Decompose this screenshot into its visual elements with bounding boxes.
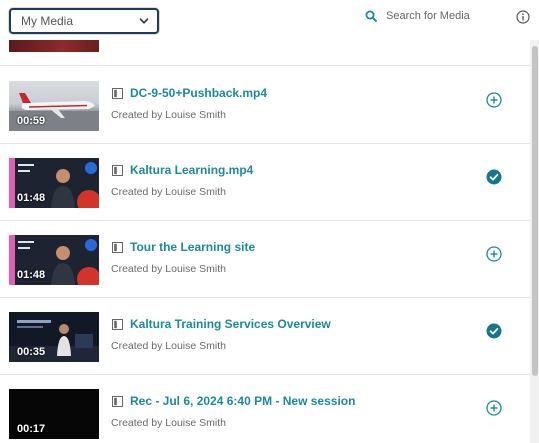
video-type-icon [112, 395, 123, 407]
list-item[interactable]: 00:17 Rec - Jul 6, 2024 6:40 PM - New se… [0, 375, 530, 443]
media-list: 00:59 DC-9-50+Pushback.mp4 Created by Lo… [0, 40, 530, 443]
scrollbar-thumb[interactable] [532, 46, 538, 376]
video-type-icon [112, 318, 123, 330]
media-title[interactable]: Kaltura Training Services Overview [130, 317, 331, 331]
check-circle-icon[interactable] [486, 323, 502, 339]
add-circle-icon[interactable] [486, 246, 502, 262]
media-title[interactable]: Rec - Jul 6, 2024 6:40 PM - New session [130, 394, 355, 408]
media-creator: Created by Louise Smith [111, 263, 226, 275]
media-creator: Created by Louise Smith [111, 186, 226, 198]
video-type-icon [112, 241, 123, 253]
header: My Media Search for Media [0, 0, 539, 40]
thumbnail: 01:48 [9, 158, 99, 208]
thumbnail: 00:59 [9, 81, 99, 131]
media-creator: Created by Louise Smith [111, 340, 226, 352]
info-icon[interactable] [516, 10, 530, 24]
list-item[interactable]: 00:59 DC-9-50+Pushback.mp4 Created by Lo… [0, 67, 530, 144]
duration: 00:17 [17, 423, 46, 435]
thumbnail: 00:35 [9, 312, 99, 362]
thumbnail: 01:48 [9, 235, 99, 285]
media-title[interactable]: Kaltura Learning.mp4 [130, 163, 253, 177]
media-creator: Created by Louise Smith [111, 109, 226, 121]
video-type-icon [112, 87, 123, 99]
list-item[interactable]: 01:48 Kaltura Learning.mp4 Created by Lo… [0, 144, 530, 221]
media-filter-select[interactable]: My Media [9, 8, 159, 34]
thumbnail [9, 40, 99, 52]
list-item[interactable]: 01:48 Tour the Learning site Created by … [0, 221, 530, 298]
chevron-down-icon [139, 18, 149, 24]
check-circle-icon[interactable] [486, 169, 502, 185]
media-creator: Created by Louise Smith [111, 417, 226, 429]
search-box[interactable]: Search for Media [365, 10, 470, 22]
duration: 00:35 [17, 346, 46, 358]
duration: 00:59 [17, 115, 46, 127]
add-circle-icon[interactable] [486, 400, 502, 416]
media-title[interactable]: DC-9-50+Pushback.mp4 [130, 86, 267, 100]
list-item[interactable]: 00:35 Kaltura Training Services Overview… [0, 298, 530, 375]
search-input[interactable]: Search for Media [386, 10, 470, 22]
media-title[interactable]: Tour the Learning site [130, 240, 255, 254]
thumbnail: 00:17 [9, 389, 99, 439]
add-circle-icon[interactable] [486, 92, 502, 108]
list-item[interactable] [0, 40, 530, 66]
video-type-icon [112, 164, 123, 176]
media-filter-value: My Media [21, 14, 74, 28]
duration: 01:48 [17, 269, 46, 281]
duration: 01:48 [17, 192, 46, 204]
search-icon [365, 10, 377, 22]
